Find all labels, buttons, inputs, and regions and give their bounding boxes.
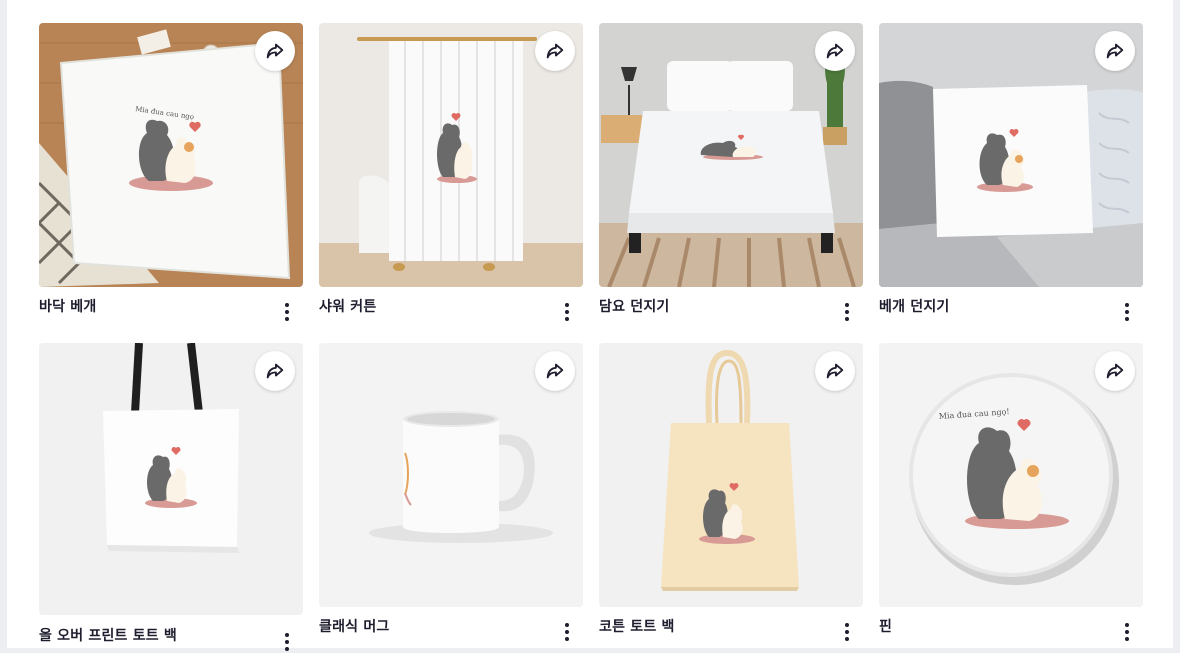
product-title[interactable]: 코튼 토트 백 (599, 616, 675, 636)
more-options-button[interactable] (279, 631, 295, 653)
product-image[interactable]: Mia đua cau ngọ! (879, 343, 1143, 607)
product-title[interactable]: 베개 던지기 (879, 296, 949, 316)
more-vertical-icon (285, 303, 289, 307)
more-dot (565, 630, 569, 634)
product-title[interactable]: 핀 (879, 616, 892, 636)
share-button[interactable] (1095, 31, 1135, 71)
product-image[interactable] (319, 343, 583, 607)
product-card-throw-blanket[interactable]: 담요 던지기 (599, 23, 863, 323)
more-vertical-icon (565, 623, 569, 627)
product-image[interactable]: Mia đua cau ngọ (39, 23, 303, 287)
more-dot (845, 637, 849, 641)
more-dot (285, 640, 289, 644)
share-icon (1106, 43, 1124, 59)
product-image[interactable] (319, 23, 583, 287)
product-image[interactable] (599, 23, 863, 287)
more-options-button[interactable] (559, 301, 575, 323)
share-button[interactable] (255, 31, 295, 71)
product-image[interactable] (39, 343, 303, 615)
product-card-throw-pillow[interactable]: 베개 던지기 (879, 23, 1143, 323)
product-card-all-over-tote[interactable]: 올 오버 프린트 토트 백 (39, 343, 303, 651)
product-title[interactable]: 올 오버 프린트 토트 백 (39, 625, 177, 645)
share-button[interactable] (535, 351, 575, 391)
more-dot (565, 310, 569, 314)
product-title[interactable]: 바닥 베개 (39, 296, 96, 316)
share-icon (546, 43, 564, 59)
share-icon (546, 363, 564, 379)
product-card-cotton-tote[interactable]: 코튼 토트 백 (599, 343, 863, 643)
more-vertical-icon (1125, 303, 1129, 307)
more-options-button[interactable] (1119, 621, 1135, 643)
more-options-button[interactable] (839, 621, 855, 643)
more-options-button[interactable] (279, 301, 295, 323)
share-icon (1106, 363, 1124, 379)
more-dot (845, 317, 849, 321)
share-icon (266, 363, 284, 379)
share-button[interactable] (535, 31, 575, 71)
share-icon (266, 43, 284, 59)
more-dot (565, 317, 569, 321)
more-options-button[interactable] (559, 621, 575, 643)
more-dot (1125, 310, 1129, 314)
more-dot (845, 310, 849, 314)
more-vertical-icon (565, 303, 569, 307)
share-button[interactable] (1095, 351, 1135, 391)
product-title[interactable]: 클래식 머그 (319, 616, 389, 636)
share-icon (826, 363, 844, 379)
more-vertical-icon (285, 633, 289, 637)
share-button[interactable] (815, 351, 855, 391)
more-dot (845, 630, 849, 634)
more-dot (565, 637, 569, 641)
more-dot (285, 317, 289, 321)
more-options-button[interactable] (1119, 301, 1135, 323)
product-card-pin[interactable]: Mia đua cau ngọ! 핀 (879, 343, 1143, 643)
more-dot (1125, 317, 1129, 321)
product-card-floor-pillow[interactable]: Mia đua cau ngọ 바닥 베개 (39, 23, 303, 323)
more-dot (1125, 637, 1129, 641)
product-grid: Mia đua cau ngọ 바닥 베개 샤워 커튼 담요 던지기 베개 던지… (7, 0, 1173, 651)
more-vertical-icon (1125, 623, 1129, 627)
more-vertical-icon (845, 623, 849, 627)
more-vertical-icon (845, 303, 849, 307)
more-dot (1125, 630, 1129, 634)
product-image[interactable] (599, 343, 863, 607)
product-image[interactable] (879, 23, 1143, 287)
more-dot (285, 310, 289, 314)
product-title[interactable]: 샤워 커튼 (319, 296, 376, 316)
share-button[interactable] (815, 31, 855, 71)
share-button[interactable] (255, 351, 295, 391)
product-card-classic-mug[interactable]: 클래식 머그 (319, 343, 583, 643)
more-options-button[interactable] (839, 301, 855, 323)
product-title[interactable]: 담요 던지기 (599, 296, 669, 316)
share-icon (826, 43, 844, 59)
product-card-shower-curtain[interactable]: 샤워 커튼 (319, 23, 583, 323)
